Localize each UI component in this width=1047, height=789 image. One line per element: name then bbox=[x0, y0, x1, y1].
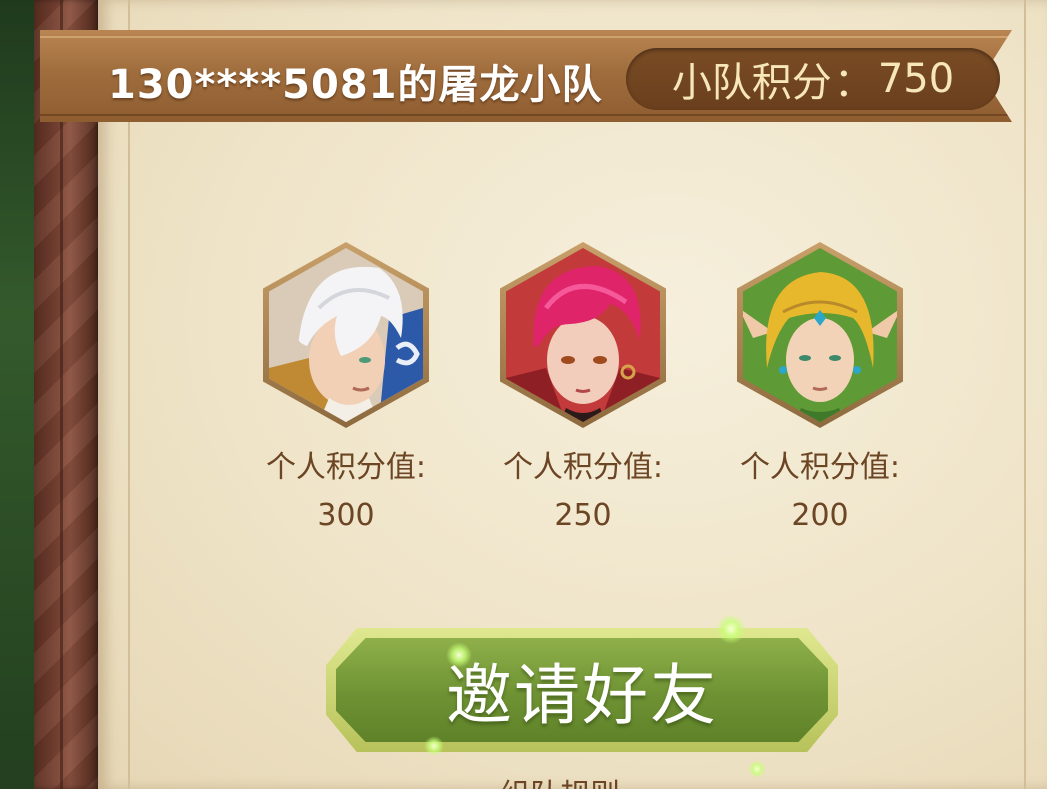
member-score-label: 个人积分值: bbox=[739, 450, 901, 485]
member-avatar-frame[interactable] bbox=[263, 242, 429, 428]
invite-friends-label: 邀请好友 bbox=[446, 657, 718, 734]
member-card-2[interactable]: 个人积分值: 250 bbox=[483, 242, 683, 533]
team-rules-link[interactable]: 组队规则 bbox=[500, 770, 620, 789]
member-score-label: 个人积分值: bbox=[265, 450, 427, 485]
sparkle-icon bbox=[748, 760, 766, 778]
page-border-right bbox=[1024, 0, 1026, 789]
member-card-1[interactable]: 个人积分值: 300 bbox=[246, 242, 446, 533]
member-avatar-frame[interactable] bbox=[737, 242, 903, 428]
sparkle-icon bbox=[446, 642, 472, 668]
team-title: 130****5081的屠龙小队 bbox=[108, 62, 603, 108]
team-score-separator: ： bbox=[833, 60, 874, 106]
member-score-value: 300 bbox=[317, 498, 375, 533]
member-card-3[interactable]: 个人积分值: 200 bbox=[720, 242, 920, 533]
member-score-value: 200 bbox=[791, 498, 849, 533]
team-score-badge: 小队积分： 750 bbox=[626, 48, 1000, 110]
member-score-value: 250 bbox=[554, 498, 612, 533]
member-score-label: 个人积分值: bbox=[502, 450, 664, 485]
member-avatar-frame[interactable] bbox=[500, 242, 666, 428]
invite-friends-button[interactable]: 邀请好友 bbox=[326, 628, 838, 752]
sparkle-icon bbox=[716, 614, 746, 644]
sparkle-icon bbox=[424, 736, 444, 756]
team-score-value: 750 bbox=[877, 56, 955, 102]
team-score-label: 小队积分 bbox=[671, 60, 832, 106]
